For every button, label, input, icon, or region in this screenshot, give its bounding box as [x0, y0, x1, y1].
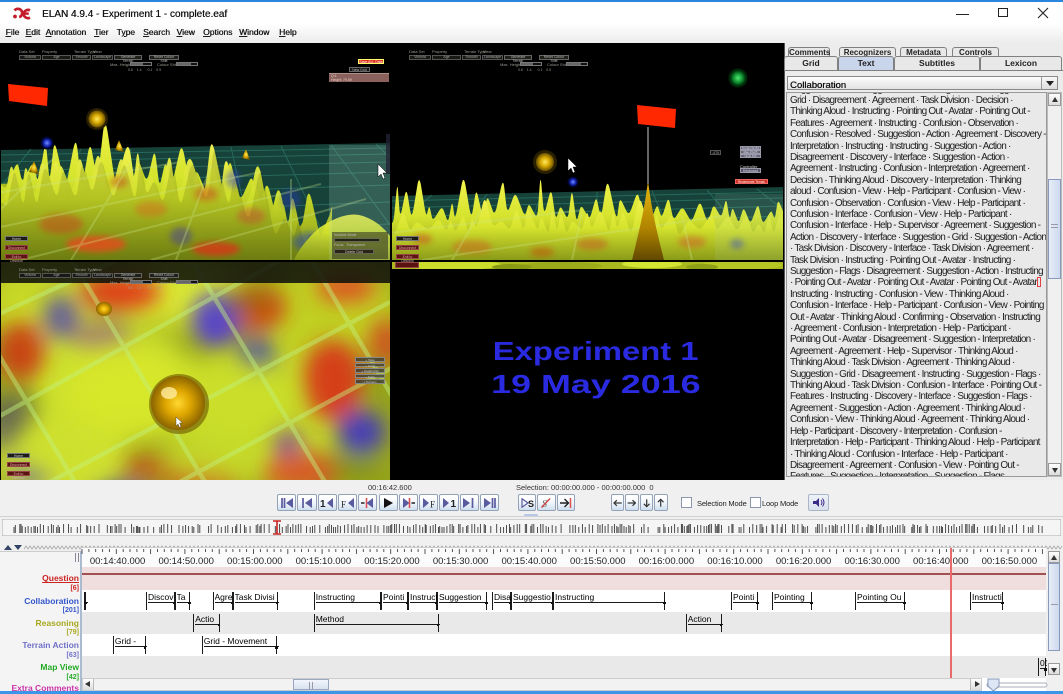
svg-text:1: 1: [320, 499, 326, 508]
svg-text:F: F: [341, 499, 346, 508]
svg-text:F: F: [430, 499, 435, 508]
svg-text:S: S: [528, 499, 534, 508]
svg-text:1: 1: [451, 499, 457, 508]
